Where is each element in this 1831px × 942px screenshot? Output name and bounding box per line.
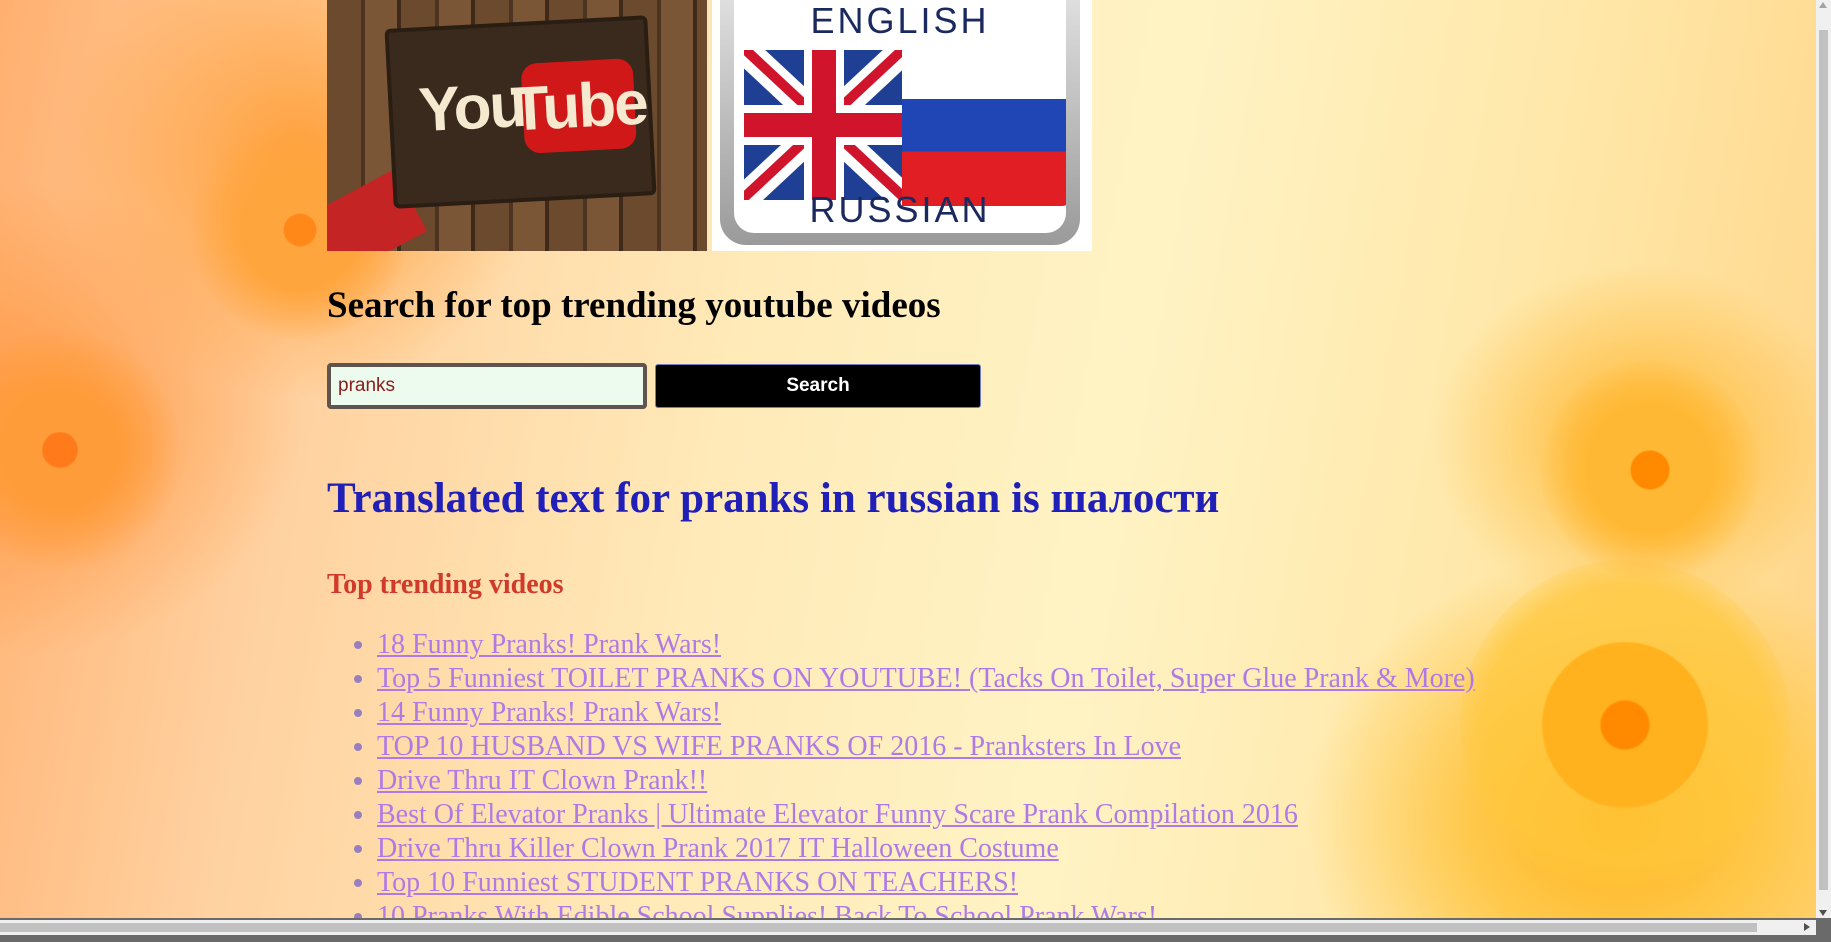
russia-flag-icon bbox=[902, 46, 1066, 206]
video-link[interactable]: Drive Thru Killer Clown Prank 2017 IT Ha… bbox=[377, 833, 1059, 864]
video-link[interactable]: Drive Thru IT Clown Prank!! bbox=[377, 765, 707, 796]
list-item: Top 10 Funniest STUDENT PRANKS ON TEACHE… bbox=[377, 866, 1475, 900]
video-link[interactable]: 14 Funny Pranks! Prank Wars! bbox=[377, 697, 721, 728]
list-item: Top 5 Funniest TOILET PRANKS ON YOUTUBE!… bbox=[377, 662, 1475, 696]
horizontal-scrollbar[interactable] bbox=[0, 918, 1831, 942]
section-title: Top trending videos bbox=[327, 569, 564, 600]
scroll-up-icon[interactable] bbox=[1819, 2, 1827, 8]
main-content: You Tube ENGLISH RUSSIAN Search for top … bbox=[327, 0, 1627, 932]
youtube-logo-tube: Tube bbox=[509, 58, 648, 154]
youtube-sign: You Tube bbox=[384, 15, 657, 209]
horizontal-scroll-thumb[interactable] bbox=[0, 923, 1757, 932]
list-item: Best Of Elevator Pranks | Ultimate Eleva… bbox=[377, 798, 1475, 832]
list-item: 14 Funny Pranks! Prank Wars! bbox=[377, 696, 1475, 730]
video-link[interactable]: Top 10 Funniest STUDENT PRANKS ON TEACHE… bbox=[377, 867, 1018, 898]
search-button[interactable]: Search bbox=[655, 364, 981, 408]
video-link[interactable]: Best Of Elevator Pranks | Ultimate Eleva… bbox=[377, 799, 1298, 830]
background-flower bbox=[1460, 560, 1790, 890]
flag-bottom-text: RUSSIAN bbox=[809, 189, 991, 230]
scroll-down-icon[interactable] bbox=[1819, 910, 1827, 916]
uk-flag-icon bbox=[744, 50, 904, 200]
english-russian-flag-image: ENGLISH RUSSIAN bbox=[712, 0, 1092, 251]
background-flower bbox=[1540, 360, 1760, 580]
youtube-logo-image: You Tube bbox=[327, 0, 707, 251]
video-link[interactable]: 18 Funny Pranks! Prank Wars! bbox=[377, 629, 721, 660]
scroll-right-icon[interactable] bbox=[1804, 923, 1810, 931]
list-item: Drive Thru Killer Clown Prank 2017 IT Ha… bbox=[377, 832, 1475, 866]
search-form: Search bbox=[327, 363, 981, 409]
translated-text: Translated text for pranks in russian is… bbox=[327, 475, 1220, 522]
search-input[interactable] bbox=[327, 363, 647, 409]
vertical-scrollbar[interactable] bbox=[1816, 0, 1831, 918]
list-item: TOP 10 HUSBAND VS WIFE PRANKS OF 2016 - … bbox=[377, 730, 1475, 764]
background-flower bbox=[0, 330, 180, 570]
flag-top-text: ENGLISH bbox=[810, 0, 990, 41]
video-link[interactable]: TOP 10 HUSBAND VS WIFE PRANKS OF 2016 - … bbox=[377, 731, 1181, 762]
vertical-scroll-thumb[interactable] bbox=[1819, 30, 1828, 890]
banner: You Tube ENGLISH RUSSIAN bbox=[327, 0, 1627, 251]
video-list: 18 Funny Pranks! Prank Wars! Top 5 Funni… bbox=[327, 628, 1475, 934]
list-item: 18 Funny Pranks! Prank Wars! bbox=[377, 628, 1475, 662]
page-title: Search for top trending youtube videos bbox=[327, 285, 941, 326]
list-item: Drive Thru IT Clown Prank!! bbox=[377, 764, 1475, 798]
video-link[interactable]: Top 5 Funniest TOILET PRANKS ON YOUTUBE!… bbox=[377, 663, 1475, 694]
